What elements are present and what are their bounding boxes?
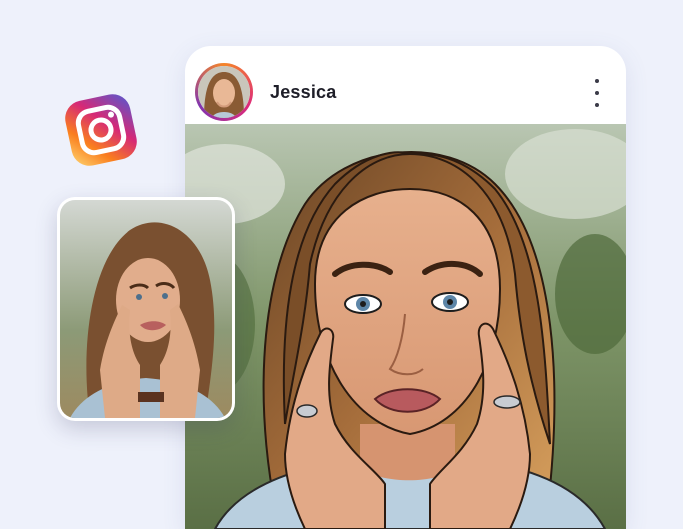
username[interactable]: Jessica	[270, 82, 336, 103]
dot	[595, 79, 599, 83]
instagram-logo-icon	[65, 94, 137, 166]
original-photo	[60, 200, 232, 418]
post-header: Jessica	[185, 46, 626, 124]
post-card: Jessica	[185, 46, 626, 529]
more-options-icon[interactable]	[588, 79, 606, 107]
avatar-image	[198, 66, 250, 118]
cartoon-portrait-image	[185, 124, 626, 529]
dot	[595, 91, 599, 95]
original-photo-card	[57, 197, 235, 421]
avatar[interactable]	[195, 63, 253, 121]
dot	[595, 103, 599, 107]
